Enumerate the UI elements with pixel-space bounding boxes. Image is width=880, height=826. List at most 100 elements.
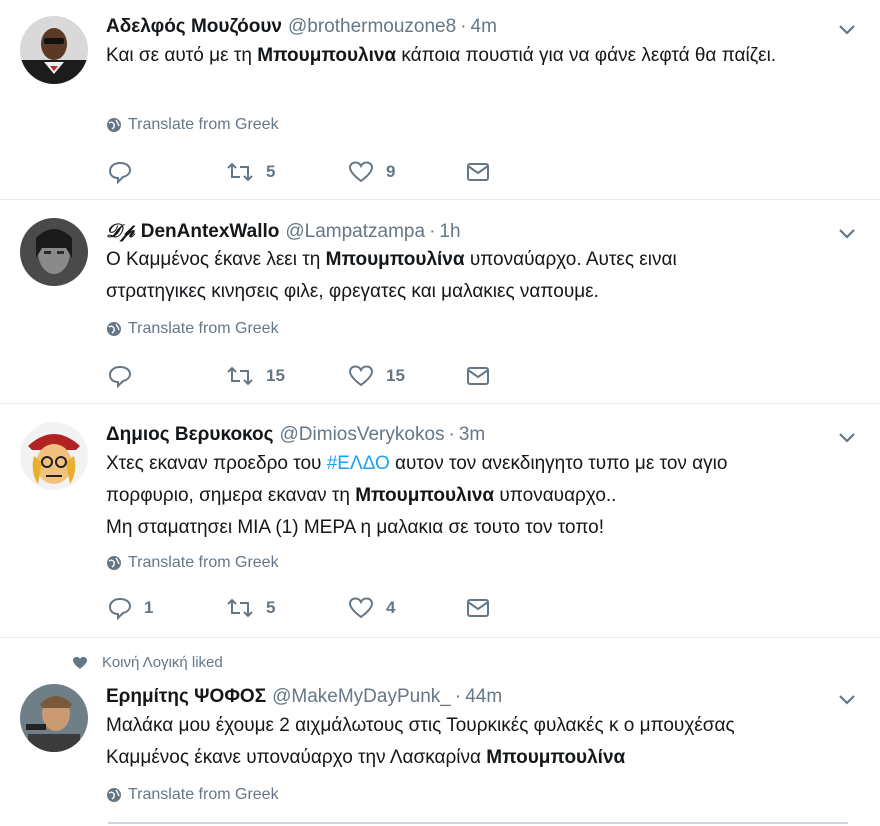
retweet-button[interactable]: 5 [226, 596, 275, 620]
display-name[interactable]: Δημιος Βερυκοκος [106, 424, 274, 445]
like-button[interactable]: 4 [348, 596, 395, 620]
hashtag-link[interactable]: #ΕΛΔΟ [327, 453, 390, 474]
social-context: Κοινή Λογική liked [72, 654, 223, 671]
tweet-text-line: Μη σταματησει ΜΙΑ (1) ΜΕΡΑ η μαλακια σε … [106, 517, 605, 538]
like-count: 15 [386, 366, 405, 385]
tweet-text: Ο Καμμένος έκανε λεει τη Μπουμπουλίνα υπ… [106, 244, 826, 308]
message-icon [467, 599, 489, 617]
tweet-actions: 15 15 [108, 364, 508, 390]
liked-by-label[interactable]: Κοινή Λογική liked [102, 654, 223, 671]
reply-icon [108, 597, 132, 620]
retweet-count: 5 [266, 162, 276, 181]
message-button[interactable] [466, 364, 490, 388]
reply-button[interactable]: 1 [108, 596, 153, 620]
separator-dot: · [454, 686, 462, 707]
highlighted-term: Μπουμπουλινα [257, 45, 397, 66]
message-icon [467, 367, 489, 385]
retweet-count: 5 [266, 598, 276, 617]
chevron-down-icon[interactable] [836, 18, 858, 40]
translate-label: Translate from Greek [128, 786, 279, 803]
tweet-text-line: πορφυριο, σημερα εκαναν τη Μπουμπουλινα … [106, 485, 617, 506]
chevron-down-icon[interactable] [836, 426, 858, 448]
user-handle[interactable]: @DimiosVerykokos [280, 424, 445, 445]
reply-icon [108, 365, 132, 388]
separator-dot: · [448, 424, 455, 445]
tweet-text-line: Χτες εκαναν προεδρο του #ΕΛΔΟ αυτον τον … [106, 453, 728, 474]
tweet[interactable]: 𝒟𝓅 DenAntexWallo @Lampatzampa · 1h Ο Καμμένο… [0, 200, 880, 404]
display-name[interactable]: Αδελφός Μουζόουν [106, 16, 282, 37]
like-icon [348, 365, 374, 387]
tweet[interactable]: Αδελφός Μουζόουν @brothermouzone8 · 4m Και … [0, 0, 880, 200]
display-name[interactable]: 𝒟𝓅 DenAntexWallo [106, 220, 279, 242]
translate-link[interactable]: Translate from Greek [106, 116, 279, 134]
translate-label: Translate from Greek [128, 116, 279, 133]
translate-link[interactable]: Translate from Greek [106, 320, 279, 338]
retweet-icon [227, 162, 253, 182]
like-icon [348, 161, 374, 183]
tweet-actions: 5 9 [108, 160, 508, 186]
chevron-down-icon[interactable] [836, 688, 858, 710]
avatar[interactable] [20, 16, 88, 84]
chevron-down-icon[interactable] [836, 222, 858, 244]
tweet-actions: 1 5 4 [108, 596, 508, 622]
separator-dot: · [429, 221, 436, 242]
retweet-count: 15 [266, 366, 285, 385]
like-button[interactable]: 9 [348, 160, 395, 184]
message-icon [467, 163, 489, 181]
like-count: 4 [386, 598, 396, 617]
avatar[interactable] [20, 684, 88, 752]
reply-count: 1 [144, 598, 154, 617]
highlighted-term: Μπουμπουλινα [355, 485, 495, 506]
globe-icon [107, 788, 121, 802]
timeline: Αδελφός Μουζόουν @brothermouzone8 · 4m Και … [0, 0, 880, 826]
translate-label: Translate from Greek [128, 554, 279, 571]
highlighted-term: Μπουμπουλίνα [325, 249, 465, 270]
tweet-text: Και σε αυτό με τη Μπουμπουλινα κάποια πο… [106, 45, 777, 66]
display-name[interactable]: Ερημίτης ΨΟΦΟΣ [106, 686, 266, 707]
tweet-text-line: Μαλάκα μου έχουμε 2 αιχμάλωτους στις Του… [106, 715, 735, 736]
separator-dot: · [460, 16, 467, 37]
timestamp[interactable]: 4m [471, 16, 497, 37]
tweet-text: Μαλάκα μου έχουμε 2 αιχμάλωτους στις Του… [106, 710, 826, 774]
tweet-text-line: στρατηγικες κινησεις φιλε, φρεγατες και … [106, 281, 599, 302]
retweet-button[interactable]: 5 [226, 160, 275, 184]
tweet-text: Χτες εκαναν προεδρο του #ΕΛΔΟ αυτον τον … [106, 448, 826, 544]
tweet-header: Ερημίτης ΨΟΦΟΣ @MakeMyDayPunk_ · 44m [106, 686, 502, 708]
like-button[interactable]: 15 [348, 364, 405, 388]
user-handle[interactable]: @MakeMyDayPunk_ [272, 686, 451, 707]
tweet-header: Αδελφός Μουζόουν @brothermouzone8 · 4m [106, 16, 497, 38]
user-handle[interactable]: @Lampatzampa [285, 221, 425, 242]
message-button[interactable] [466, 596, 490, 620]
avatar[interactable] [20, 218, 88, 286]
translate-label: Translate from Greek [128, 320, 279, 337]
timestamp[interactable]: 44m [465, 686, 502, 707]
tweet-header: 𝒟𝓅 DenAntexWallo @Lampatzampa · 1h [106, 220, 461, 243]
retweet-icon [227, 598, 253, 618]
tweet-text-line: Καμμένος έκανε υποναύαρχο την Λασκαρίνα … [106, 747, 626, 768]
message-button[interactable] [466, 160, 490, 184]
reply-icon [108, 161, 132, 184]
reply-button[interactable] [108, 364, 132, 388]
globe-icon [107, 556, 121, 570]
avatar[interactable] [20, 422, 88, 490]
heart-icon [73, 656, 87, 669]
tweet-text-line: Ο Καμμένος έκανε λεει τη Μπουμπουλίνα υπ… [106, 249, 677, 270]
user-handle[interactable]: @brothermouzone8 [288, 16, 456, 37]
divider [108, 822, 848, 824]
tweet-header: Δημιος Βερυκοκος @DimiosVerykokos · 3m [106, 424, 485, 446]
like-count: 9 [386, 162, 396, 181]
tweet[interactable]: Δημιος Βερυκοκος @DimiosVerykokos · 3m Χτες… [0, 404, 880, 638]
retweet-icon [227, 366, 253, 386]
translate-link[interactable]: Translate from Greek [106, 554, 279, 572]
like-icon [348, 597, 374, 619]
tweet[interactable]: Κοινή Λογική liked Ερημίτης ΨΟΦΟΣ @MakeMy… [0, 638, 880, 826]
name-prefix: 𝒟𝓅 [106, 220, 135, 242]
globe-icon [107, 322, 121, 336]
globe-icon [107, 118, 121, 132]
highlighted-term: Μπουμπουλίνα [486, 747, 626, 768]
reply-button[interactable] [108, 160, 132, 184]
timestamp[interactable]: 1h [439, 221, 460, 242]
translate-link[interactable]: Translate from Greek [106, 786, 279, 804]
timestamp[interactable]: 3m [459, 424, 485, 445]
retweet-button[interactable]: 15 [226, 364, 285, 388]
